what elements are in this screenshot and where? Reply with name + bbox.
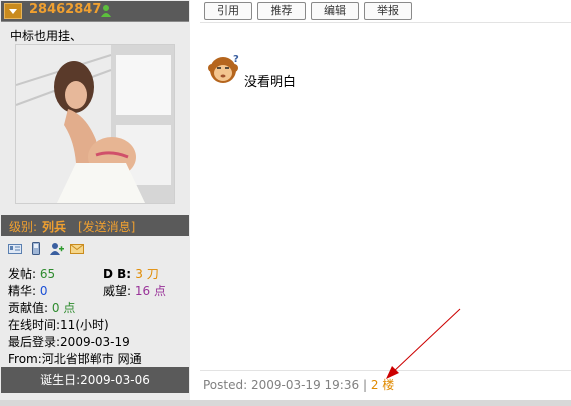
online-time-value: 11(小时)	[60, 318, 109, 332]
red-arrow-annotation	[386, 308, 461, 379]
stat-db: D B: 3 刀	[103, 265, 159, 282]
bottom-border	[0, 400, 571, 406]
rank-label: 级别:	[9, 220, 38, 234]
avatar	[15, 44, 175, 204]
elite-value: 0	[39, 284, 48, 298]
user-action-icons	[8, 242, 87, 258]
message-icon[interactable]	[70, 242, 85, 255]
collapse-toggle-icon[interactable]	[4, 3, 22, 19]
last-login-value: 2009-03-19	[60, 335, 130, 349]
username-bar: 28462847	[1, 1, 189, 22]
posts-value: 65	[39, 267, 56, 281]
birthday-bar: 诞生日:2009-03-06	[1, 367, 189, 393]
rank-bar: 级别: 列兵 [发送消息]	[1, 215, 189, 236]
online-time-label: 在线时间:	[8, 318, 61, 332]
edit-button[interactable]: 编辑	[311, 2, 359, 20]
user-info-panel: 28462847 中标也用挂、 级别: 列兵 [发送消息] 发帖: 65 D B…	[0, 0, 190, 406]
online-status-icon	[101, 5, 111, 17]
stat-last-login: 最后登录:2009-03-19	[8, 333, 130, 350]
stat-online-time: 在线时间:11(小时)	[8, 316, 109, 333]
recommend-button[interactable]: 推荐	[257, 2, 306, 20]
profile-card-icon[interactable]	[8, 242, 22, 255]
post-meta: Posted: 2009-03-19 19:36 | 2 楼	[203, 376, 394, 393]
elite-label: 精华:	[8, 284, 37, 298]
db-value: 3 刀	[135, 267, 159, 281]
from-value: 河北省邯郸市 网通	[41, 352, 142, 366]
stat-posts: 发帖: 65	[8, 265, 55, 282]
svg-text:?: ?	[233, 54, 239, 65]
contribution-value: 0 点	[51, 301, 76, 315]
posts-label: 发帖:	[8, 267, 37, 281]
db-label: D B:	[103, 267, 132, 281]
toolbar-divider	[200, 22, 571, 23]
posted-time: Posted: 2009-03-19 19:36	[203, 378, 360, 392]
stat-prestige: 威望: 16 点	[103, 282, 166, 299]
from-label: From:	[8, 352, 42, 366]
user-signature: 中标也用挂、	[10, 29, 83, 43]
add-friend-icon[interactable]	[49, 242, 64, 255]
report-button[interactable]: 举报	[364, 2, 412, 20]
username[interactable]: 28462847	[29, 2, 101, 17]
prestige-value: 16 点	[134, 284, 166, 298]
rank-value: 列兵	[42, 220, 67, 234]
last-login-label: 最后登录:	[8, 335, 61, 349]
quote-button[interactable]: 引用	[204, 2, 252, 20]
stat-elite: 精华: 0	[8, 282, 48, 299]
prestige-label: 威望:	[103, 284, 132, 298]
phone-icon[interactable]	[29, 242, 43, 255]
meta-separator: |	[362, 378, 367, 392]
monkey-emoticon-icon: ?	[208, 54, 239, 83]
post-message: 没看明白	[244, 75, 297, 90]
stat-from: From:河北省邯郸市 网通	[8, 350, 142, 367]
contribution-label: 贡献值:	[8, 301, 49, 315]
stat-contribution: 贡献值: 0 点	[8, 299, 75, 316]
send-message-link[interactable]: [发送消息]	[78, 218, 135, 235]
